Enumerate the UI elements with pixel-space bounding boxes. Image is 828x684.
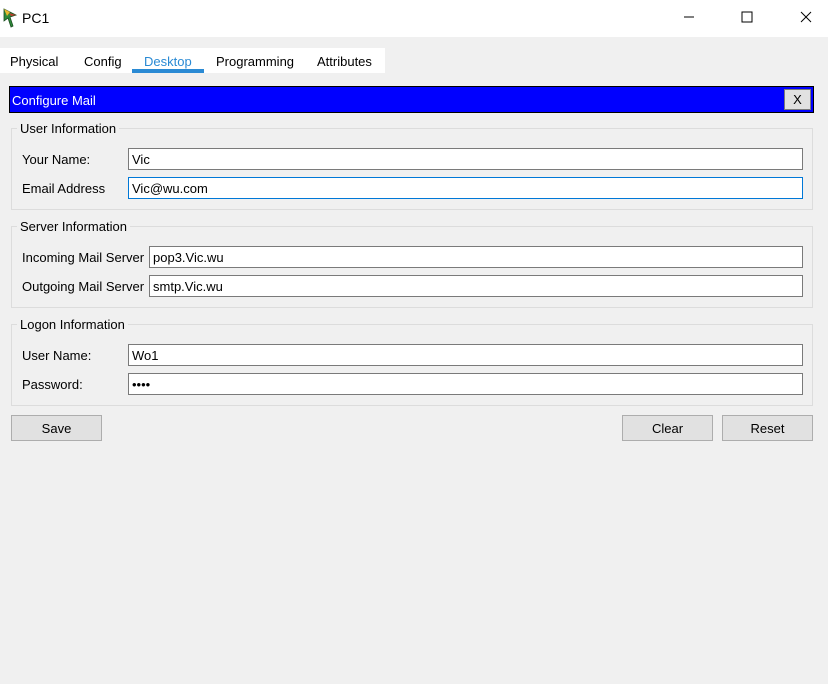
email-address-label: Email Address <box>22 181 106 196</box>
user-name-input[interactable] <box>128 344 803 366</box>
your-name-input[interactable] <box>128 148 803 170</box>
incoming-mail-server-label: Incoming Mail Server <box>22 250 145 265</box>
minimize-button[interactable] <box>666 0 712 37</box>
outgoing-mail-server-label: Outgoing Mail Server <box>22 279 145 294</box>
configure-mail-header: Configure Mail X <box>9 86 814 113</box>
user-name-label: User Name: <box>22 348 92 363</box>
panel-title: Configure Mail <box>12 93 96 108</box>
maximize-button[interactable] <box>724 0 770 37</box>
active-tab-indicator <box>132 69 204 73</box>
password-label: Password: <box>22 377 83 392</box>
tab-programming[interactable]: Programming <box>216 54 294 69</box>
group-legend: Logon Information <box>17 317 128 332</box>
close-icon <box>800 11 812 26</box>
tab-strip: Physical Config Desktop Programming Attr… <box>0 48 385 73</box>
tab-attributes[interactable]: Attributes <box>317 54 372 69</box>
tab-config[interactable]: Config <box>84 54 122 69</box>
save-button[interactable]: Save <box>11 415 102 441</box>
logon-information-group: Logon Information User Name: Password: <box>11 317 813 406</box>
packet-tracer-icon <box>3 8 18 28</box>
window-close-button[interactable] <box>783 0 828 37</box>
outgoing-mail-server-input[interactable] <box>149 275 803 297</box>
group-legend: Server Information <box>17 219 130 234</box>
password-input[interactable] <box>128 373 803 395</box>
panel-close-button[interactable]: X <box>784 89 811 110</box>
window-title: PC1 <box>22 10 50 26</box>
your-name-label: Your Name: <box>22 152 91 167</box>
clear-button[interactable]: Clear <box>622 415 713 441</box>
incoming-mail-server-input[interactable] <box>149 246 803 268</box>
minimize-icon <box>683 11 695 26</box>
user-information-group: User Information Your Name: Email Addres… <box>11 121 813 210</box>
title-bar: PC1 <box>0 0 828 37</box>
email-address-input[interactable] <box>128 177 803 199</box>
tab-desktop[interactable]: Desktop <box>144 54 192 69</box>
tab-physical[interactable]: Physical <box>10 54 58 69</box>
server-information-group: Server Information Incoming Mail Server … <box>11 219 813 308</box>
maximize-icon <box>741 11 753 26</box>
group-legend: User Information <box>17 121 120 136</box>
reset-button[interactable]: Reset <box>722 415 813 441</box>
